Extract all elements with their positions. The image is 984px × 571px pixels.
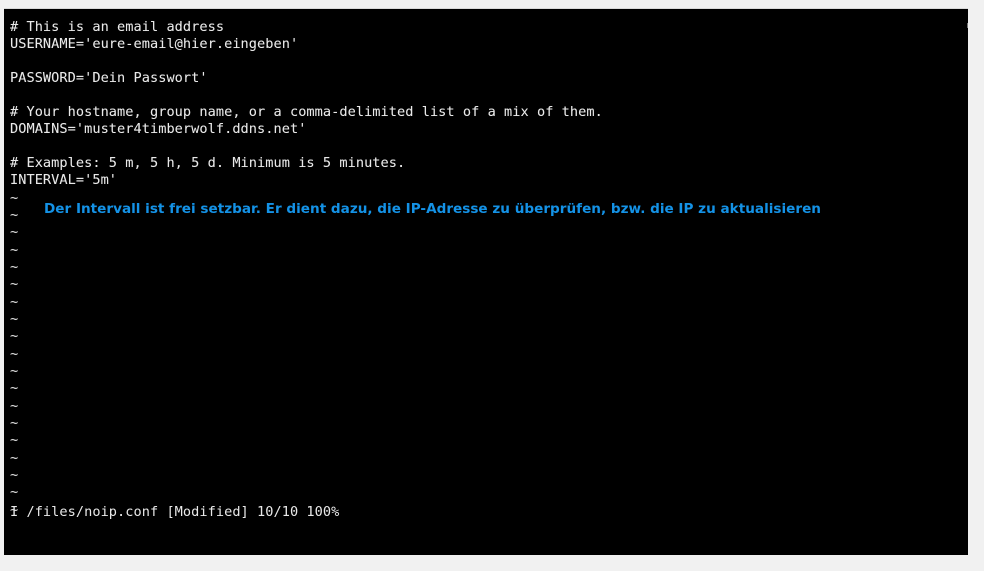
buffer-line-9: # Examples: 5 m, 5 h, 5 d. Minimum is 5 … <box>10 155 406 171</box>
buffer-line-7: DOMAINS='muster4timberwolf.ddns.net' <box>10 121 307 137</box>
tilde-marker: ~ <box>10 346 19 362</box>
tilde-marker: ~ <box>10 276 19 292</box>
buffer-line-1: # This is an email address <box>10 19 225 35</box>
tilde-marker: ~ <box>10 380 19 396</box>
tilde-marker: ~ <box>10 207 19 223</box>
tilde-marker: ~ <box>10 484 19 500</box>
screen-root: # This is an email address USERNAME='eur… <box>0 0 984 571</box>
tilde-marker: ~ <box>10 259 19 275</box>
tilde-marker: ~ <box>10 432 19 448</box>
tilde-marker: ~ <box>10 294 19 310</box>
vim-status-line: I /files/noip.conf [Modified] 10/10 100% <box>10 504 340 520</box>
buffer-line-2: USERNAME='eure-email@hier.eingeben' <box>10 36 299 52</box>
tilde-marker: ~ <box>10 242 19 258</box>
tilde-marker: ~ <box>10 190 19 206</box>
tilde-marker: ~ <box>10 467 19 483</box>
terminal-window[interactable]: # This is an email address USERNAME='eur… <box>4 9 968 555</box>
vim-text-buffer[interactable]: # This is an email address USERNAME='eur… <box>4 9 968 555</box>
scrollbar-artifact[interactable] <box>967 23 968 28</box>
tilde-marker: ~ <box>10 311 19 327</box>
tilde-marker: ~ <box>10 224 19 240</box>
tilde-marker: ~ <box>10 415 19 431</box>
buffer-line-10: INTERVAL='5m' <box>10 172 118 188</box>
tilde-marker: ~ <box>10 398 19 414</box>
tilde-marker: ~ <box>10 363 19 379</box>
annotation-text: Der Intervall ist frei setzbar. Er dient… <box>44 201 821 217</box>
buffer-line-4: PASSWORD='Dein Passwort' <box>10 70 208 86</box>
tilde-marker: ~ <box>10 450 19 466</box>
tilde-marker: ~ <box>10 328 19 344</box>
buffer-line-6: # Your hostname, group name, or a comma-… <box>10 104 603 120</box>
